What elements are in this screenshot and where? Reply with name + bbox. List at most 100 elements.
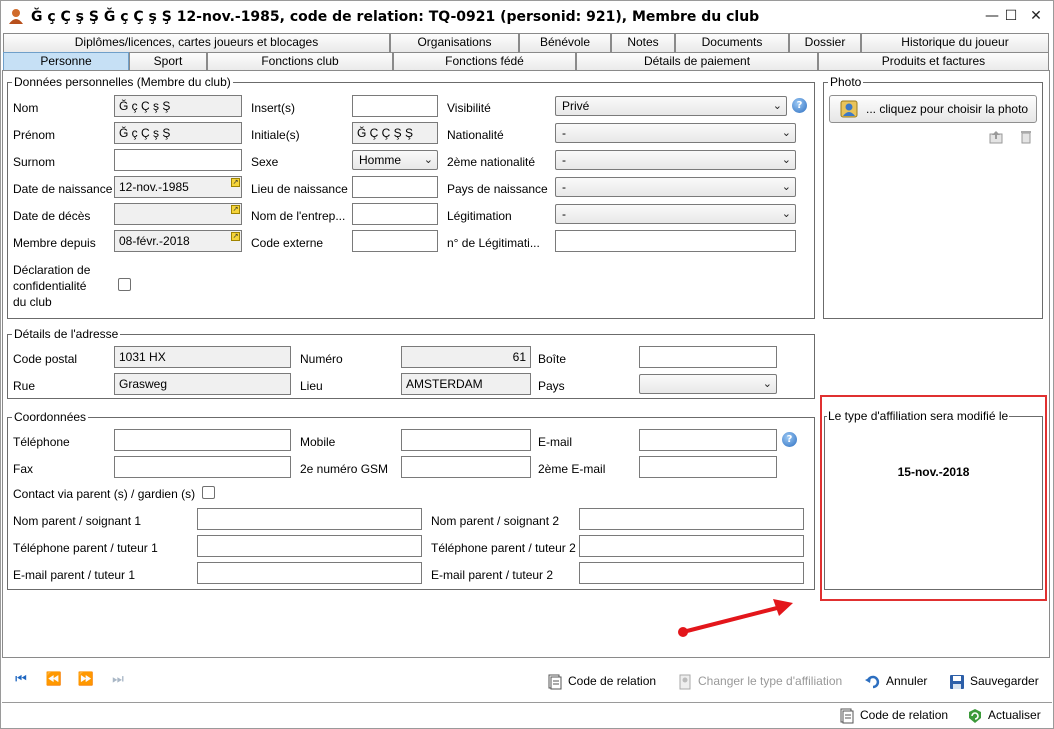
mobile-field[interactable] bbox=[401, 429, 531, 451]
calendar-icon[interactable]: ↗ bbox=[231, 232, 240, 241]
chevron-down-icon: ⌄ bbox=[762, 378, 772, 390]
photo-title: Photo bbox=[828, 75, 864, 89]
email2-field[interactable] bbox=[639, 456, 777, 478]
nationalite2-select[interactable]: - ⌄ bbox=[555, 150, 796, 170]
tab-historique[interactable]: Historique du joueur bbox=[861, 33, 1049, 52]
parent2-mail-field[interactable] bbox=[579, 562, 804, 584]
pays-label: Pays bbox=[538, 379, 565, 393]
tab-produits-factures[interactable]: Produits et factures bbox=[818, 52, 1049, 71]
undo-icon bbox=[865, 675, 880, 689]
parent2-name-label: Nom parent / soignant 2 bbox=[431, 514, 560, 528]
nationalite-label: Nationalité bbox=[447, 128, 504, 142]
first-record-icon[interactable]: ⏮ bbox=[12, 671, 30, 689]
last-record-icon[interactable]: ⏭ bbox=[109, 671, 127, 689]
change-affiliation-label: Changer le type d'affiliation bbox=[698, 674, 843, 688]
sexe-select[interactable]: Homme ⌄ bbox=[352, 150, 438, 170]
document-icon bbox=[840, 708, 854, 724]
tab-details-paiement[interactable]: Détails de paiement bbox=[576, 52, 818, 71]
surnom-field[interactable] bbox=[114, 149, 242, 171]
code-postal-field[interactable]: 1031 HX bbox=[114, 346, 291, 368]
declaration-label-line3: du club bbox=[13, 295, 52, 309]
fax-field[interactable] bbox=[114, 456, 291, 478]
membre-depuis-field[interactable]: 08-févr.-2018 ↗ bbox=[114, 230, 242, 252]
upload-icon[interactable] bbox=[989, 130, 1003, 144]
parent2-tel-field[interactable] bbox=[579, 535, 804, 557]
parent1-name-field[interactable] bbox=[197, 508, 422, 530]
rue-field[interactable]: Grasweg bbox=[114, 373, 291, 395]
contact-via-parent-checkbox[interactable] bbox=[202, 486, 215, 499]
tab-benevole[interactable]: Bénévole bbox=[519, 33, 611, 52]
parent2-name-field[interactable] bbox=[579, 508, 804, 530]
initiales-field[interactable]: Ğ Ç Ç Ş Ş bbox=[352, 122, 438, 144]
cancel-label: Annuler bbox=[886, 674, 928, 688]
pays-naissance-select[interactable]: - ⌄ bbox=[555, 177, 796, 197]
tab-fonctions-club[interactable]: Fonctions club bbox=[207, 52, 393, 71]
gsm2-field[interactable] bbox=[401, 456, 531, 478]
calendar-icon[interactable]: ↗ bbox=[231, 178, 240, 187]
telephone-field[interactable] bbox=[114, 429, 291, 451]
code-externe-field[interactable] bbox=[352, 230, 438, 252]
numero-field[interactable]: 61 bbox=[401, 346, 531, 368]
lieu-label: Lieu bbox=[300, 379, 323, 393]
inserts-field[interactable] bbox=[352, 95, 438, 117]
code-postal-label: Code postal bbox=[13, 352, 78, 366]
tab-dossier[interactable]: Dossier bbox=[789, 33, 861, 52]
close-button[interactable]: ✕ bbox=[1025, 7, 1047, 25]
membre-depuis-value: 08-févr.-2018 bbox=[119, 234, 190, 248]
legitimation-no-field[interactable] bbox=[555, 230, 796, 252]
contact-via-parent-label: Contact via parent (s) / gardien (s) bbox=[13, 487, 196, 501]
lieu-naissance-label: Lieu de naissance bbox=[251, 182, 348, 196]
chevron-down-icon: ⌄ bbox=[781, 127, 791, 139]
legitimation-select[interactable]: - ⌄ bbox=[555, 204, 796, 224]
code-relation-button[interactable]: Code de relation bbox=[547, 672, 656, 690]
contact-title: Coordonnées bbox=[12, 410, 89, 424]
save-button[interactable]: Sauvegarder bbox=[949, 672, 1039, 690]
pays-naissance-label: Pays de naissance bbox=[447, 182, 548, 196]
help-icon[interactable]: ? bbox=[782, 432, 797, 447]
tab-sport[interactable]: Sport bbox=[129, 52, 207, 71]
cancel-button[interactable]: Annuler bbox=[865, 672, 927, 690]
next-record-icon[interactable]: ⏩ bbox=[77, 671, 95, 689]
parent1-tel-field[interactable] bbox=[197, 535, 422, 557]
choose-photo-button[interactable]: ... cliquez pour choisir la photo bbox=[829, 95, 1037, 123]
boite-field[interactable] bbox=[639, 346, 777, 368]
tab-notes[interactable]: Notes bbox=[611, 33, 675, 52]
confidentialite-checkbox[interactable] bbox=[118, 278, 131, 291]
tab-diplomes[interactable]: Diplômes/licences, cartes joueurs et blo… bbox=[3, 33, 390, 52]
code-externe-label: Code externe bbox=[251, 236, 324, 250]
entreprise-field[interactable] bbox=[352, 203, 438, 225]
status-code-relation-button[interactable]: Code de relation bbox=[839, 706, 948, 724]
nationalite2-value: - bbox=[562, 153, 566, 167]
pays-select[interactable]: ⌄ bbox=[639, 374, 777, 394]
help-icon[interactable]: ? bbox=[792, 98, 807, 113]
previous-record-icon[interactable]: ⏪ bbox=[45, 671, 63, 689]
visibilite-select[interactable]: Privé ⌄ bbox=[555, 96, 787, 116]
nationalite-select[interactable]: - ⌄ bbox=[555, 123, 796, 143]
declaration-label-line1: Déclaration de bbox=[13, 263, 91, 277]
tab-organisations[interactable]: Organisations bbox=[390, 33, 519, 52]
date-naissance-field[interactable]: 12-nov.-1985 ↗ bbox=[114, 176, 242, 198]
parent2-tel-label: Téléphone parent / tuteur 2 bbox=[431, 541, 576, 555]
refresh-button[interactable]: Actualiser bbox=[967, 706, 1041, 724]
membre-depuis-label: Membre depuis bbox=[13, 236, 96, 250]
change-affiliation-button[interactable]: Changer le type d'affiliation bbox=[677, 672, 842, 690]
rue-label: Rue bbox=[13, 379, 36, 393]
parent2-mail-label: E-mail parent / tuteur 2 bbox=[431, 568, 554, 582]
date-deces-field[interactable]: ↗ bbox=[114, 203, 242, 225]
tab-documents[interactable]: Documents bbox=[675, 33, 789, 52]
delete-icon[interactable] bbox=[1019, 130, 1033, 144]
prenom-field[interactable]: Ğ ç Ç ş Ş bbox=[114, 122, 242, 144]
surnom-label: Surnom bbox=[13, 155, 56, 169]
lieu-naissance-field[interactable] bbox=[352, 176, 438, 198]
address-title: Détails de l'adresse bbox=[12, 327, 121, 341]
maximize-button[interactable]: ☐ bbox=[1000, 7, 1022, 25]
nom-field[interactable]: Ğ ç Ç ş Ş bbox=[114, 95, 242, 117]
parent1-mail-field[interactable] bbox=[197, 562, 422, 584]
email-label: E-mail bbox=[538, 435, 573, 449]
email-field[interactable] bbox=[639, 429, 777, 451]
parent1-mail-label: E-mail parent / tuteur 1 bbox=[13, 568, 136, 582]
tab-personne[interactable]: Personne bbox=[3, 52, 129, 71]
tab-fonctions-fede[interactable]: Fonctions fédé bbox=[393, 52, 576, 71]
calendar-icon[interactable]: ↗ bbox=[231, 205, 240, 214]
lieu-field[interactable]: AMSTERDAM bbox=[401, 373, 531, 395]
